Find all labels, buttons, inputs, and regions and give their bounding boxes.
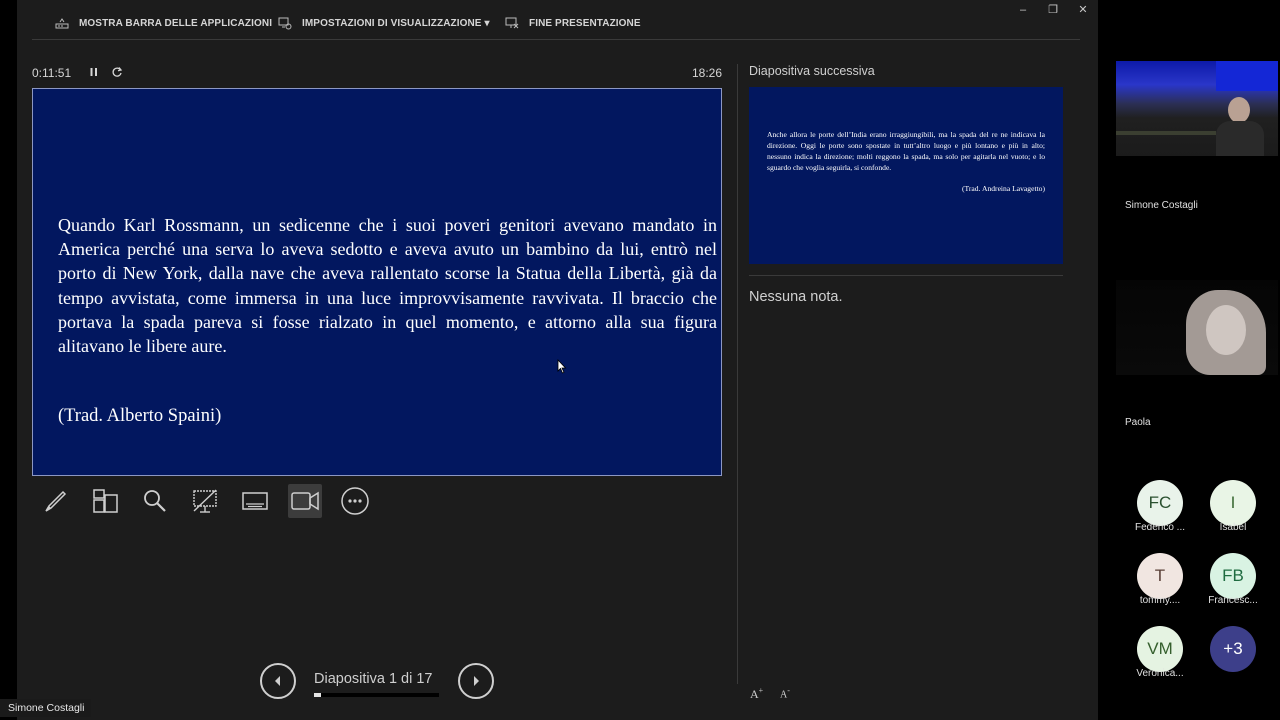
next-slide-quote: Anche allora le porte dell’India erano i… <box>767 130 1045 172</box>
decrease-font-button[interactable]: A- <box>780 686 798 700</box>
previous-arrow-icon <box>275 676 280 686</box>
participant-avatar[interactable]: FB <box>1210 553 1256 599</box>
display-settings-icon <box>278 17 292 30</box>
end-show-button[interactable]: FINE PRESENTAZIONE <box>505 14 641 32</box>
camera-icon <box>291 491 319 511</box>
next-arrow-icon <box>474 676 479 686</box>
close-button[interactable]: ✕ <box>1072 2 1094 18</box>
increase-font-icon: + <box>758 686 764 695</box>
next-slide-credit: (Trad. Andreina Lavagetto) <box>961 184 1045 193</box>
decrease-font-icon: - <box>787 686 790 695</box>
slide-counter: Diapositiva 1 di 17 <box>314 671 433 687</box>
slide-progress-bar <box>314 693 439 697</box>
camera-toggle-button[interactable] <box>288 484 322 518</box>
next-slide-button[interactable] <box>458 663 494 699</box>
slide-tools <box>30 484 380 518</box>
participant-avatar-name: Veronica... <box>1136 668 1184 679</box>
notes-divider <box>749 275 1063 276</box>
video-blur-highlight <box>1206 305 1246 355</box>
restart-timer-button[interactable] <box>110 65 124 79</box>
participant-avatar-name: tommy.... <box>1139 595 1181 606</box>
end-show-icon <box>505 17 519 29</box>
participant-avatar[interactable]: +3 <box>1210 626 1256 672</box>
speaker-name-tag: Simone Costagli <box>0 699 92 717</box>
previous-slide-button[interactable] <box>260 663 296 699</box>
slides-grid-icon <box>93 489 118 513</box>
increase-font-button[interactable]: A+ <box>750 686 768 701</box>
next-slide-label: Diapositiva successiva <box>749 64 875 78</box>
participant-avatar-name: Federico ... <box>1134 522 1186 533</box>
display-settings-button[interactable]: IMPOSTAZIONI DI VISUALIZZAZIONE ▾ <box>278 14 490 32</box>
participant-avatar-name: Isabel <box>1219 522 1247 533</box>
timer-row: 0:11:51 18:26 <box>32 64 722 82</box>
pointer-screen-icon <box>193 489 217 513</box>
participant-avatar[interactable]: FC <box>1137 480 1183 526</box>
participant-avatar-name: Francesc... <box>1208 595 1258 606</box>
mouse-cursor-icon <box>557 359 567 374</box>
participant-video-2[interactable] <box>1116 280 1278 375</box>
participant-name-2: Paola <box>1125 417 1151 428</box>
participant-avatar[interactable]: I <box>1210 480 1256 526</box>
more-icon <box>341 487 369 515</box>
next-slide-preview[interactable]: Anche allora le porte dell’India erano i… <box>749 87 1063 264</box>
taskbar-icon <box>55 18 69 29</box>
toolbar-divider <box>32 39 1080 40</box>
meeting-panel: Simone Costagli Paola FC Federico ... I Isa… <box>1098 0 1280 720</box>
pause-icon <box>90 68 97 76</box>
presenter-view: MOSTRA BARRA DELLE APPLICAZIONI IMPOSTAZ… <box>17 0 1098 720</box>
end-show-label: FINE PRESENTAZIONE <box>529 17 641 29</box>
participant-video-1[interactable] <box>1116 61 1278 156</box>
subtitles-icon <box>242 492 268 510</box>
elapsed-timer: 0:11:51 <box>32 66 72 80</box>
more-options-button[interactable] <box>330 484 380 518</box>
participant-name-1: Simone Costagli <box>1125 200 1198 211</box>
minimize-button[interactable]: – <box>1012 2 1034 18</box>
current-slide: Quando Karl Rossmann, un sedicenne che i… <box>32 88 722 476</box>
see-all-slides-button[interactable] <box>80 484 130 518</box>
restore-button[interactable]: ❐ <box>1042 2 1064 18</box>
restart-icon <box>112 67 123 77</box>
zoom-icon <box>144 490 166 512</box>
participant-avatar[interactable]: T <box>1137 553 1183 599</box>
pen-icon <box>45 490 67 512</box>
laser-pointer-button[interactable] <box>180 484 230 518</box>
current-time: 18:26 <box>691 66 722 80</box>
zoom-button[interactable] <box>130 484 180 518</box>
video-person-body <box>1216 121 1264 156</box>
screen: MOSTRA BARRA DELLE APPLICAZIONI IMPOSTAZ… <box>0 0 1280 720</box>
show-taskbar-label: MOSTRA BARRA DELLE APPLICAZIONI <box>79 17 273 29</box>
slide-progress-fill <box>314 693 322 697</box>
speaker-notes[interactable]: Nessuna nota. <box>749 289 843 305</box>
panel-divider <box>737 64 738 684</box>
participant-avatar[interactable]: VM <box>1137 626 1183 672</box>
pause-button[interactable] <box>87 65 101 79</box>
slide-quote: Quando Karl Rossmann, un sedicenne che i… <box>58 215 717 357</box>
pen-tool-button[interactable] <box>30 484 80 518</box>
display-settings-label: IMPOSTAZIONI DI VISUALIZZAZIONE ▾ <box>302 17 490 29</box>
subtitles-button[interactable] <box>230 484 280 518</box>
presenter-toolbar: MOSTRA BARRA DELLE APPLICAZIONI IMPOSTAZ… <box>17 0 1098 44</box>
show-taskbar-button[interactable]: MOSTRA BARRA DELLE APPLICAZIONI <box>55 14 272 32</box>
slide-navigation: Diapositiva 1 di 17 <box>260 663 496 699</box>
slide-credit: (Trad. Alberto Spaini) <box>58 406 222 426</box>
video-person-head <box>1228 97 1250 123</box>
video-screen-glow <box>1216 61 1278 91</box>
video-desk <box>1116 131 1216 135</box>
increase-font-label: A <box>750 687 759 701</box>
